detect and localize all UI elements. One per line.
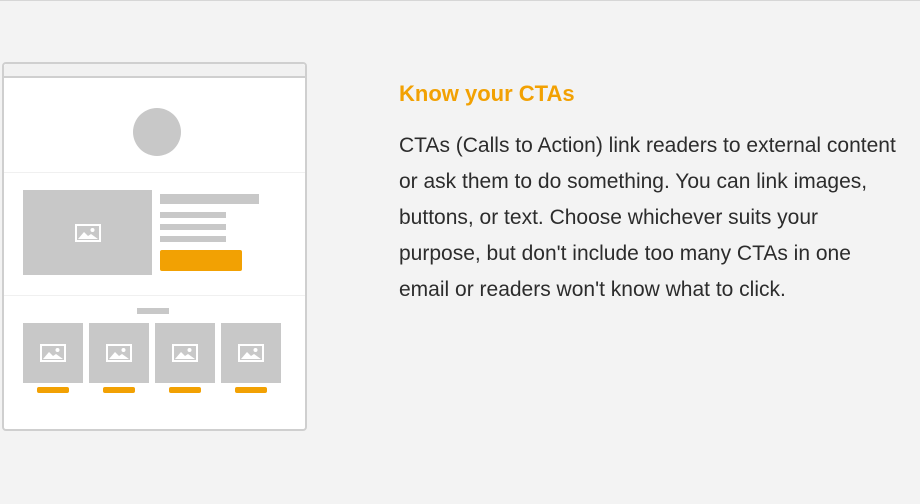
- email-mockup-illustration: [2, 62, 307, 431]
- mockup-divider: [4, 295, 305, 296]
- top-divider: [0, 0, 920, 1]
- product-image-placeholder: [155, 323, 215, 383]
- product-image-placeholder: [221, 323, 281, 383]
- product-image-placeholder: [89, 323, 149, 383]
- image-icon: [40, 344, 66, 362]
- text-line-placeholder: [160, 194, 259, 204]
- product-cta-placeholder: [37, 387, 69, 393]
- image-icon: [106, 344, 132, 362]
- section-heading: Know your CTAs: [399, 81, 575, 106]
- product-cta-placeholder: [235, 387, 267, 393]
- hero-image-placeholder: [23, 190, 152, 275]
- image-icon: [74, 223, 101, 242]
- text-line-placeholder: [160, 212, 226, 218]
- image-icon: [238, 344, 264, 362]
- product-image-placeholder: [23, 323, 83, 383]
- mockup-divider: [4, 172, 305, 173]
- cta-button-placeholder: [160, 250, 242, 271]
- text-line-placeholder: [160, 236, 226, 242]
- product-cta-placeholder: [103, 387, 135, 393]
- section-title-placeholder: [137, 308, 169, 314]
- section-body-text: CTAs (Calls to Action) link readers to e…: [399, 134, 896, 301]
- mockup-title-bar: [4, 64, 305, 78]
- avatar-placeholder: [133, 108, 181, 156]
- image-icon: [172, 344, 198, 362]
- text-line-placeholder: [160, 224, 226, 230]
- product-cta-placeholder: [169, 387, 201, 393]
